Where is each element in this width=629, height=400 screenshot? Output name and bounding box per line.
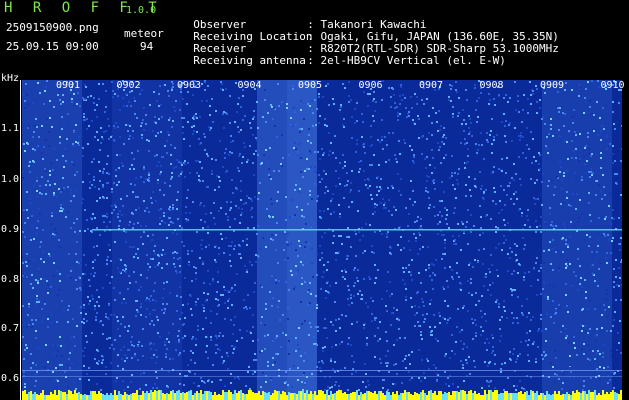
- x-tick-label: 0908: [479, 80, 504, 91]
- meteor-count: 94: [140, 40, 154, 53]
- y-tick-label: 0.8: [1, 274, 20, 285]
- x-tick-label: 0909: [540, 80, 565, 91]
- x-tick-label: 0910: [600, 80, 625, 91]
- meteor-label: meteor: [124, 27, 164, 40]
- x-tick-label: 0902: [116, 80, 141, 91]
- y-axis-unit: kHz: [1, 73, 20, 84]
- y-tick-label: 0.6: [1, 373, 20, 384]
- x-tick-label: 0907: [419, 80, 444, 91]
- y-tick-label: 0.9: [1, 224, 20, 235]
- info-value: : 2el-HB9CV Vertical (el. E-W): [307, 54, 506, 67]
- app-version: 1.0.0: [126, 5, 157, 16]
- spectrogram-image: [22, 80, 622, 400]
- x-tick-label: 0903: [177, 80, 202, 91]
- x-tick-label: 0901: [56, 80, 81, 91]
- antenna-row: Receiving antenna: 2el-HB9CV Vertical (e…: [180, 41, 506, 67]
- x-tick-label: 0904: [237, 80, 262, 91]
- y-tick-label: 0.7: [1, 323, 20, 334]
- image-filename: 2509150900.png: [6, 21, 99, 34]
- y-tick-label: 1.1: [1, 123, 20, 134]
- info-label: Receiving antenna: [193, 54, 306, 67]
- y-tick-label: 1.0: [1, 174, 20, 185]
- x-tick-label: 0906: [358, 80, 383, 91]
- y-axis-line: [20, 80, 21, 400]
- spectrogram: [22, 80, 622, 400]
- x-tick-label: 0905: [298, 80, 323, 91]
- observation-datetime: 25.09.15 09:00: [6, 40, 99, 53]
